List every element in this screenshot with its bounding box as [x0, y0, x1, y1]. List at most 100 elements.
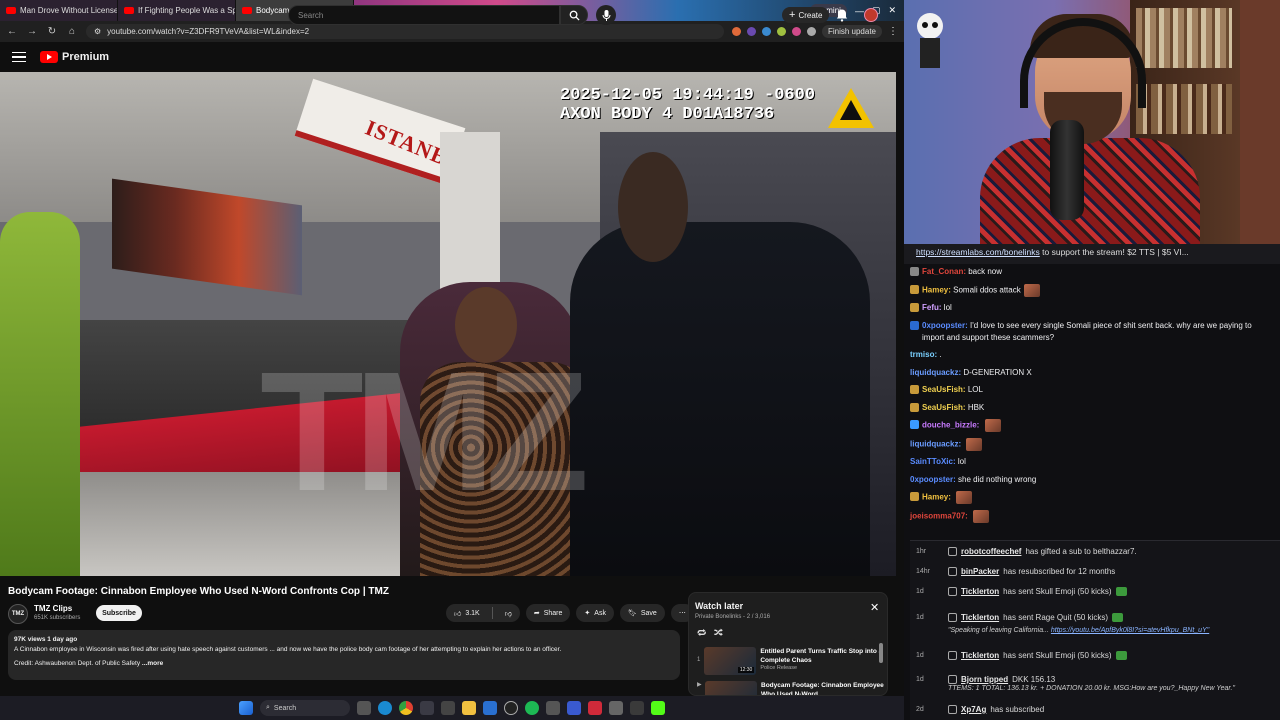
- chrome-icon[interactable]: [399, 701, 413, 715]
- profile-icon[interactable]: [806, 27, 816, 36]
- chat-message-body: 0xpoopster: she did nothing wrong: [910, 474, 1036, 486]
- create-button[interactable]: + Create: [782, 7, 830, 23]
- description-text: A Cinnabon employee in Wisconsin was fir…: [14, 646, 562, 653]
- video-player[interactable]: ISTANBUL TMZ 2025-12-05 19:44:19 -0600 A…: [0, 72, 896, 576]
- app-icon[interactable]: [567, 701, 581, 715]
- webcam-books: [1136, 8, 1232, 68]
- event-message: "Speaking of leaving California... https…: [948, 627, 1209, 634]
- event-user[interactable]: Ticklerton: [961, 613, 999, 622]
- extension-icon[interactable]: [761, 27, 771, 36]
- event-user[interactable]: Xp7Ag: [961, 705, 986, 714]
- windows-start-icon[interactable]: [239, 701, 253, 715]
- file-explorer-icon[interactable]: [462, 701, 476, 715]
- playlist-scrollbar[interactable]: [879, 643, 883, 663]
- edge-icon[interactable]: [378, 701, 392, 715]
- chat-username[interactable]: douche_bizzle:: [922, 421, 979, 430]
- playlist-item-current[interactable]: ▶ Bodycam Footage: Cinnabon Employee Who…: [697, 681, 885, 695]
- chat-username[interactable]: trmiso:: [910, 350, 937, 359]
- notifications-bell-icon[interactable]: [835, 8, 849, 22]
- event-user[interactable]: robotcoffeechef: [961, 547, 1021, 556]
- back-icon[interactable]: ←: [6, 26, 18, 37]
- youtube-logo[interactable]: Premium: [40, 51, 109, 63]
- donation-link[interactable]: https://streamlabs.com/bonelinks: [916, 247, 1040, 257]
- app-icon[interactable]: [546, 701, 560, 715]
- tab-fighting-people[interactable]: If Fighting People Was a Sport ×: [118, 0, 236, 21]
- playlist-item[interactable]: 1 12:30 Entitled Parent Turns Traffic St…: [697, 647, 885, 677]
- chat-username[interactable]: joeisomma707:: [910, 511, 968, 520]
- dislike-button[interactable]: 👎︎: [497, 604, 520, 622]
- chat-username[interactable]: SeaUsFish:: [922, 385, 966, 394]
- chat-username[interactable]: Hamey:: [922, 493, 951, 502]
- minimize-icon[interactable]: —: [855, 6, 864, 16]
- spotify-icon[interactable]: [525, 701, 539, 715]
- chat-badge-icon: [910, 385, 919, 394]
- save-button[interactable]: 🔖︎ Save: [619, 604, 665, 622]
- shuffle-icon[interactable]: 🔀︎: [714, 627, 723, 640]
- chat-message-body: Hamey:: [922, 491, 973, 504]
- menu-icon[interactable]: [12, 51, 26, 63]
- chat-username[interactable]: Fat_Conan:: [922, 267, 966, 276]
- search-input[interactable]: Search: [288, 5, 560, 25]
- app-icon[interactable]: [588, 701, 602, 715]
- show-more-link[interactable]: ...more: [142, 660, 163, 667]
- extension-icon[interactable]: [791, 27, 801, 36]
- chat-username[interactable]: SeaUsFish:: [922, 403, 966, 412]
- extension-icon[interactable]: [776, 27, 786, 36]
- app-icon[interactable]: [630, 701, 644, 715]
- ask-button[interactable]: ✦ Ask: [576, 604, 614, 622]
- reload-icon[interactable]: ↻: [46, 26, 58, 37]
- like-button[interactable]: 👍︎ 3.1K: [446, 604, 488, 622]
- event-text: has sent Skull Emoji (50 kicks): [1003, 587, 1112, 596]
- taskbar-search[interactable]: ⌕ Search: [260, 700, 350, 716]
- video-description[interactable]: 97K views 1 day ago A Cinnabon employee …: [8, 630, 680, 680]
- task-view-icon[interactable]: [357, 701, 371, 715]
- account-avatar[interactable]: [864, 8, 878, 22]
- chat-badge-icon: [910, 402, 919, 412]
- search-placeholder: Search: [298, 10, 324, 20]
- video-scene-man-head: [618, 152, 688, 262]
- chat-username[interactable]: SainTToXic:: [910, 457, 956, 466]
- event-quote-link[interactable]: https://youtu.be/ApfByk0l8I?si=atevHfkpu…: [1051, 627, 1209, 634]
- channel-name[interactable]: TMZ Clips: [34, 604, 72, 613]
- extension-icon[interactable]: [746, 27, 756, 36]
- app-icon[interactable]: [420, 701, 434, 715]
- finish-update-button[interactable]: Finish update: [821, 25, 882, 38]
- kick-icon[interactable]: [651, 701, 665, 715]
- event-user[interactable]: Ticklerton: [961, 587, 999, 596]
- chat-username[interactable]: Fefu:: [922, 303, 942, 312]
- event-user[interactable]: Bjorn tipped: [961, 675, 1008, 684]
- chat-username[interactable]: Hamey:: [922, 285, 951, 294]
- event-user[interactable]: binPacker: [961, 567, 999, 576]
- kick-event-icon: [948, 613, 957, 622]
- obs-icon[interactable]: [504, 701, 518, 715]
- app-icon[interactable]: [609, 701, 623, 715]
- chat-text: Somali ddos attack: [953, 285, 1021, 295]
- search-button[interactable]: [560, 5, 588, 25]
- playlist-title[interactable]: Watch later: [695, 601, 743, 611]
- event-user[interactable]: Ticklerton: [961, 651, 999, 660]
- tab-man-drove[interactable]: Man Drove Without License Fo ×: [0, 0, 118, 21]
- channel-avatar[interactable]: TMZ: [8, 604, 28, 624]
- app-icon[interactable]: [441, 701, 455, 715]
- chat-message-body: Hamey: Somali ddos attack: [922, 283, 1040, 297]
- chat-username[interactable]: 0xpoopster:: [910, 475, 956, 484]
- extension-icon[interactable]: [731, 27, 741, 36]
- save-label: Save: [640, 609, 657, 617]
- chat-username[interactable]: liquidquackz:: [910, 368, 961, 377]
- subscribe-button[interactable]: Subscribe: [96, 605, 142, 621]
- home-icon[interactable]: ⌂: [66, 26, 78, 37]
- site-info-icon[interactable]: ⚙: [94, 27, 101, 36]
- menu-icon[interactable]: ⋮: [888, 26, 898, 37]
- voice-search-button[interactable]: [596, 5, 616, 25]
- url-field[interactable]: ⚙ youtube.com/watch?v=Z3DFR9TVeVA&list=W…: [86, 24, 724, 39]
- share-label: Share: [543, 609, 563, 617]
- chat-username[interactable]: liquidquackz:: [910, 439, 961, 448]
- share-button[interactable]: ➦ Share: [525, 604, 571, 622]
- kicks-emote-icon: [1115, 587, 1127, 596]
- chat-username[interactable]: 0xpoopster:: [922, 321, 968, 330]
- close-window-icon[interactable]: ✕: [888, 5, 896, 16]
- forward-icon[interactable]: →: [26, 26, 38, 37]
- loop-icon[interactable]: 🔁︎: [697, 627, 706, 640]
- app-icon[interactable]: [483, 701, 497, 715]
- close-playlist-icon[interactable]: ✕: [870, 601, 879, 614]
